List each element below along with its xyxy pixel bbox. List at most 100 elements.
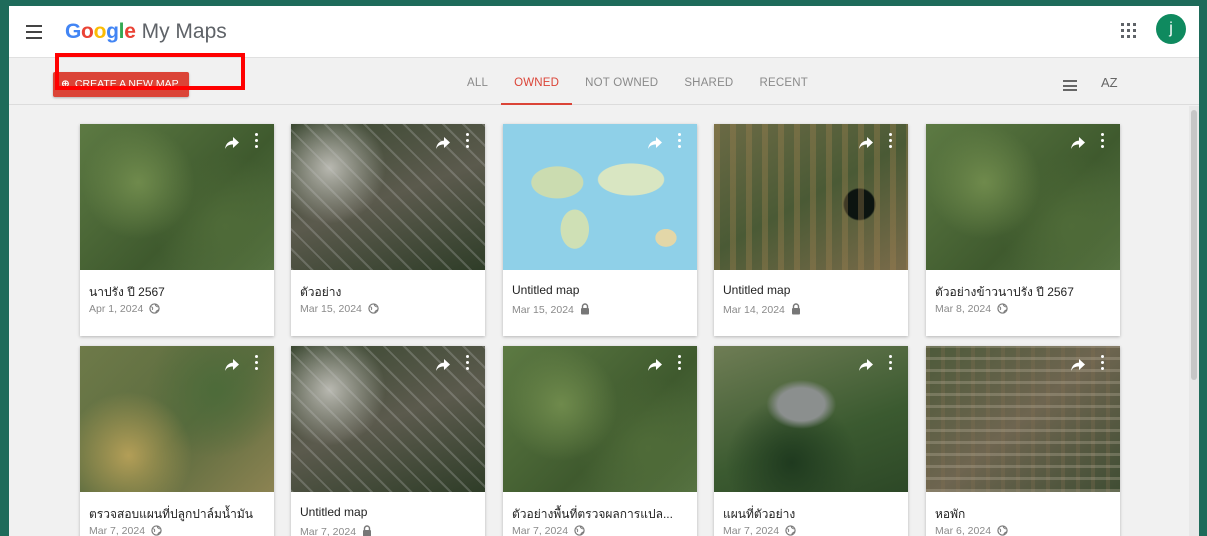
share-icon[interactable]	[858, 358, 874, 372]
more-options-icon[interactable]	[250, 355, 262, 373]
tab-all[interactable]: ALL	[454, 70, 501, 105]
map-thumbnail[interactable]	[503, 124, 697, 270]
map-card[interactable]: ตัวอย่าง Mar 15, 2024	[291, 124, 485, 336]
more-options-icon[interactable]	[1096, 355, 1108, 373]
map-meta: Mar 15, 2024	[300, 303, 379, 317]
map-thumbnail[interactable]	[503, 346, 697, 492]
list-view-icon[interactable]	[1063, 80, 1077, 91]
share-icon[interactable]	[647, 358, 663, 372]
more-options-icon[interactable]	[673, 355, 685, 373]
globe-icon	[149, 303, 160, 317]
more-options-icon[interactable]	[461, 133, 473, 151]
map-thumbnail[interactable]	[926, 124, 1120, 270]
share-icon[interactable]	[858, 136, 874, 150]
map-meta: Mar 7, 2024	[300, 525, 372, 536]
logo-letter: o	[81, 20, 94, 43]
product-name: My Maps	[141, 20, 227, 43]
map-card[interactable]: Untitled map Mar 7, 2024	[291, 346, 485, 536]
more-options-icon[interactable]	[461, 355, 473, 373]
map-title: นาปรัง ปี 2567	[89, 285, 165, 299]
map-card[interactable]: Untitled map Mar 15, 2024	[503, 124, 697, 336]
map-thumbnail[interactable]	[80, 124, 274, 270]
tab-owned[interactable]: OWNED	[501, 70, 573, 105]
map-card[interactable]: ตัวอย่างพื้นที่ตรวจผลการแปล... Mar 7, 202…	[503, 346, 697, 536]
map-meta: Mar 7, 2024	[512, 525, 585, 536]
map-thumbnail[interactable]	[291, 346, 485, 492]
map-date: Mar 7, 2024	[723, 525, 780, 536]
map-card[interactable]: หอพัก Mar 6, 2024	[926, 346, 1120, 536]
globe-icon	[368, 303, 379, 317]
map-meta: Mar 7, 2024	[89, 525, 162, 536]
map-title: ตรวจสอบแผนที่ปลูกปาล์มน้ำมัน	[89, 507, 253, 521]
app-logo[interactable]: Google My Maps	[65, 20, 227, 44]
map-date: Mar 15, 2024	[512, 304, 574, 316]
map-date: Mar 6, 2024	[935, 525, 992, 536]
map-title: Untitled map	[723, 283, 791, 297]
more-options-icon[interactable]	[250, 133, 262, 151]
globe-icon	[151, 525, 162, 536]
more-options-icon[interactable]	[1096, 133, 1108, 151]
more-options-icon[interactable]	[884, 355, 896, 373]
map-date: Mar 7, 2024	[89, 525, 146, 536]
logo-letter: g	[106, 20, 119, 43]
map-card[interactable]: นาปรัง ปี 2567 Apr 1, 2024	[80, 124, 274, 336]
map-thumbnail[interactable]	[714, 346, 908, 492]
map-title: หอพัก	[935, 507, 966, 521]
lock-icon	[791, 303, 801, 318]
share-icon[interactable]	[435, 358, 451, 372]
tab-not-owned[interactable]: NOT OWNED	[572, 70, 671, 105]
account-avatar[interactable]: j	[1156, 14, 1186, 44]
hamburger-icon[interactable]	[26, 25, 42, 39]
map-card[interactable]: Untitled map Mar 14, 2024	[714, 124, 908, 336]
apps-grid-icon[interactable]	[1121, 23, 1136, 38]
map-meta: Apr 1, 2024	[89, 303, 160, 317]
lock-icon	[580, 303, 590, 318]
share-icon[interactable]	[647, 136, 663, 150]
map-title: แผนที่ตัวอย่าง	[723, 507, 796, 521]
logo-letter: o	[93, 20, 107, 43]
share-icon[interactable]	[435, 136, 451, 150]
app-window: Google My Maps j ⊕ CREATE A NEW MAP ALL OW…	[9, 6, 1199, 536]
map-card[interactable]: แผนที่ตัวอย่าง Mar 7, 2024	[714, 346, 908, 536]
sort-az-icon[interactable]: AZ	[1101, 75, 1118, 90]
map-meta: Mar 8, 2024	[935, 303, 1008, 317]
share-icon[interactable]	[1070, 136, 1086, 150]
share-icon[interactable]	[224, 136, 240, 150]
map-card[interactable]: ตัวอย่างข้าวนาปรัง ปี 2567 Mar 8, 2024	[926, 124, 1120, 336]
globe-icon	[785, 525, 796, 536]
share-icon[interactable]	[224, 358, 240, 372]
map-date: Mar 7, 2024	[300, 526, 357, 536]
map-card[interactable]: ตรวจสอบแผนที่ปลูกปาล์มน้ำมัน Mar 7, 2024	[80, 346, 274, 536]
map-title: ตัวอย่างข้าวนาปรัง ปี 2567	[935, 285, 1074, 299]
more-options-icon[interactable]	[673, 133, 685, 151]
map-date: Apr 1, 2024	[89, 303, 144, 315]
scrollbar-thumb[interactable]	[1191, 110, 1197, 380]
tab-shared[interactable]: SHARED	[671, 70, 746, 105]
map-title: Untitled map	[300, 505, 368, 519]
map-date: Mar 8, 2024	[935, 303, 992, 315]
logo-letter: e	[124, 20, 136, 43]
more-options-icon[interactable]	[884, 133, 896, 151]
map-title: ตัวอย่าง	[300, 285, 342, 299]
map-date: Mar 7, 2024	[512, 525, 569, 536]
map-thumbnail[interactable]	[714, 124, 908, 270]
share-icon[interactable]	[1070, 358, 1086, 372]
map-title: Untitled map	[512, 283, 580, 297]
top-app-bar: Google My Maps j	[9, 6, 1199, 58]
map-meta: Mar 15, 2024	[512, 303, 590, 318]
map-thumbnail[interactable]	[291, 124, 485, 270]
map-thumbnail[interactable]	[926, 346, 1120, 492]
globe-icon	[574, 525, 585, 536]
map-date: Mar 14, 2024	[723, 304, 785, 316]
filter-tabs: ALL OWNED NOT OWNED SHARED RECENT	[454, 70, 821, 105]
tab-recent[interactable]: RECENT	[746, 70, 820, 105]
map-meta: Mar 6, 2024	[935, 525, 1008, 536]
globe-icon	[997, 525, 1008, 536]
globe-icon	[997, 303, 1008, 317]
lock-icon	[362, 525, 372, 536]
map-thumbnail[interactable]	[80, 346, 274, 492]
map-date: Mar 15, 2024	[300, 303, 362, 315]
logo-letter: G	[65, 20, 82, 43]
map-meta: Mar 7, 2024	[723, 525, 796, 536]
scrollbar[interactable]	[1189, 106, 1199, 536]
